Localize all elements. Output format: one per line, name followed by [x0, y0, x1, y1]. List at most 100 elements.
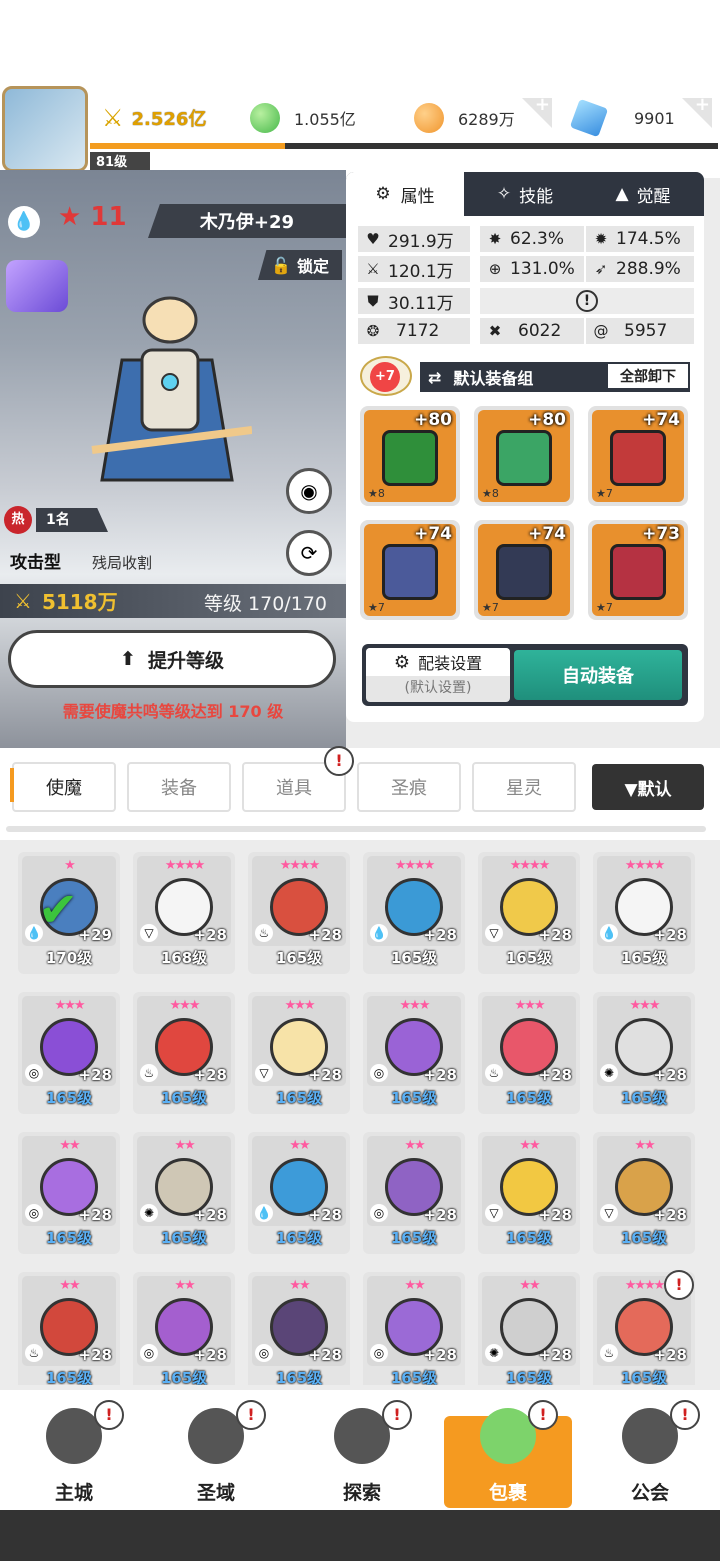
equipment-icon [610, 430, 666, 486]
lock-button[interactable]: 🔓 锁定 [258, 250, 342, 280]
hero-stars: ★★★ [514, 998, 546, 1013]
tab-awaken[interactable]: ▲ 觉醒 [588, 172, 698, 216]
hero-card[interactable]: ★★★★ ▽ +28 168级 [133, 852, 235, 974]
unequip-all-button[interactable]: 全部卸下 [606, 362, 690, 390]
hero-card[interactable]: ★★ ▽ +28 165级 [478, 1132, 580, 1254]
nav-label: 主城 [54, 1482, 93, 1504]
equipment-slot[interactable]: +80 ★8 [474, 406, 574, 506]
hero-portrait: ★★ ✺ +28 [137, 1136, 231, 1226]
hero-level: 165级 [160, 1089, 208, 1107]
equipment-icon [382, 430, 438, 486]
element-icon: ◎ [255, 1344, 273, 1362]
hero-card[interactable]: ★★ ◎ +28 165级 [363, 1132, 465, 1254]
hero-card[interactable]: ★★★★ ♨ +28 165级 [248, 852, 350, 974]
tab-skills[interactable]: ✧ 技能 [470, 172, 580, 216]
element-icon: ◎ [140, 1344, 158, 1362]
hero-stars: ★★★★ [394, 858, 436, 873]
equipment-slot-frame: +74 ★7 [592, 410, 684, 502]
awaken-icon: ▲ [615, 184, 629, 204]
swords-icon: ⚔ [14, 588, 32, 613]
filter-tab-3[interactable]: 圣痕 [357, 762, 461, 812]
hero-card[interactable]: ★★★★ 💧 +28 165级 [593, 852, 695, 974]
element-icon: ▽ [485, 1204, 503, 1222]
hero-portrait: ★★ ◎ +28 [252, 1276, 346, 1366]
equipment-slot[interactable]: +74 ★7 [360, 520, 460, 620]
equipment-slot[interactable]: +74 ★7 [474, 520, 574, 620]
hero-card[interactable]: ★★★ ♨ +28 165级 [133, 992, 235, 1114]
hero-plus: +28 [308, 1066, 342, 1084]
hero-level: 165级 [390, 1369, 438, 1385]
hero-card[interactable]: ★★★ ◎ +28 165级 [363, 992, 465, 1114]
wing-icon: ➶ [594, 260, 608, 278]
hero-type: 攻击型 [10, 553, 61, 573]
hero-portrait: ★★★ ♨ +28 [137, 996, 231, 1086]
hero-plus: +28 [308, 1346, 342, 1364]
hero-plus: +28 [538, 1066, 572, 1084]
stat-crit-value: 62.3% [510, 229, 565, 249]
filter-tab-1[interactable]: 装备 [127, 762, 231, 812]
sword-icon: ⚔ [366, 260, 380, 278]
hero-plus: +28 [193, 1346, 227, 1364]
hero-view-button[interactable]: ◉ [286, 468, 332, 514]
auto-equip-button[interactable]: 自动装备 [514, 650, 682, 700]
swords-icon: ⚔ [102, 104, 124, 132]
element-icon: ♨ [485, 1064, 503, 1082]
power-value: 2.526亿 [131, 109, 207, 130]
hero-level: 165级 [275, 1369, 323, 1385]
hero-portrait: ★★★ ✺ +28 [597, 996, 691, 1086]
filter-tab-4[interactable]: 星灵 [472, 762, 576, 812]
hero-card[interactable]: ★★ ◎ +28 165级 [133, 1272, 235, 1385]
hero-card[interactable]: ★★★★ 💧 +28 165级 [363, 852, 465, 974]
hero-card[interactable]: ★★★ ♨ +28 165级 [478, 992, 580, 1114]
equipment-slot[interactable]: +80 ★8 [360, 406, 460, 506]
gem-crystal-icon[interactable] [6, 260, 68, 312]
hero-card[interactable]: ★★★ ✺ +28 165级 [593, 992, 695, 1114]
equipment-slot-frame: +80 ★8 [364, 410, 456, 502]
filter-tab-0[interactable]: 使魔 [12, 762, 116, 812]
hero-card[interactable]: ★★ ◎ +28 165级 [248, 1272, 350, 1385]
tab-skills-label: 技能 [519, 186, 554, 207]
hero-name: 木乃伊+29 [148, 204, 346, 238]
tab-attributes[interactable]: ⚙ 属性 [346, 172, 464, 216]
hero-portrait: ★★ ◎ +28 [22, 1136, 116, 1226]
loadout-settings-label: 配装设置 [418, 654, 483, 673]
hero-card[interactable]: ★★ 💧 +28 165级 [248, 1132, 350, 1254]
equipment-slot[interactable]: +74 ★7 [588, 406, 688, 506]
hero-card[interactable]: ★★ ♨ +28 165级 [18, 1272, 120, 1385]
hero-card[interactable]: ★★ ◎ +28 165级 [363, 1272, 465, 1385]
equipment-plus: +73 [642, 524, 680, 544]
hero-portrait: ★★ ◎ +28 [367, 1276, 461, 1366]
hero-card[interactable]: ★★ ◎ +28 165级 [18, 1132, 120, 1254]
hero-card[interactable]: ★★★ ▽ +28 165级 [248, 992, 350, 1114]
hero-switch-button[interactable]: ⟳ [286, 530, 332, 576]
player-avatar[interactable] [2, 86, 88, 172]
hero-level: 165级 [390, 1089, 438, 1107]
hero-plus: +28 [653, 1346, 687, 1364]
currency-diamond: 9901 [569, 96, 675, 140]
upgrade-level-button[interactable]: ⬆ 提升等级 [8, 630, 336, 688]
hero-plus: +28 [538, 926, 572, 944]
sort-dropdown[interactable]: ▼默认 [592, 764, 704, 810]
element-icon: ▽ [600, 1204, 618, 1222]
hero-card[interactable]: ★★ ✺ +28 165级 [133, 1132, 235, 1254]
hero-portrait: ★★★ ◎ +28 [22, 996, 116, 1086]
equipment-stars: ★8 [482, 487, 499, 500]
hero-rank: 1名 [36, 508, 108, 532]
loadout-settings-button[interactable]: ⚙ 配装设置 (默认设置) [366, 648, 510, 702]
hero-stars: ★★★ [169, 998, 201, 1013]
scroll-track[interactable] [6, 826, 706, 832]
hero-card[interactable]: ★ 💧 +29 ✔ 170级 [18, 852, 120, 974]
hero-level: 165级 [505, 1369, 553, 1385]
hero-plus: +28 [78, 1346, 112, 1364]
hero-card[interactable]: ★★★★ ▽ +28 165级 [478, 852, 580, 974]
hero-stars: ★★★★ [279, 858, 321, 873]
xp-bar-fill [90, 143, 285, 149]
equipment-slot[interactable]: +73 ★7 [588, 520, 688, 620]
hero-card[interactable]: ★★ ▽ +28 165级 [593, 1132, 695, 1254]
stat-s3-value: 5957 [624, 321, 668, 341]
equipment-icon [610, 544, 666, 600]
hero-card[interactable]: ★★★ ◎ +28 165级 [18, 992, 120, 1114]
stat-s1-value: 7172 [396, 321, 440, 341]
hero-card[interactable]: ★★ ✺ +28 165级 [478, 1272, 580, 1385]
eye-icon: ◉ [300, 479, 318, 503]
